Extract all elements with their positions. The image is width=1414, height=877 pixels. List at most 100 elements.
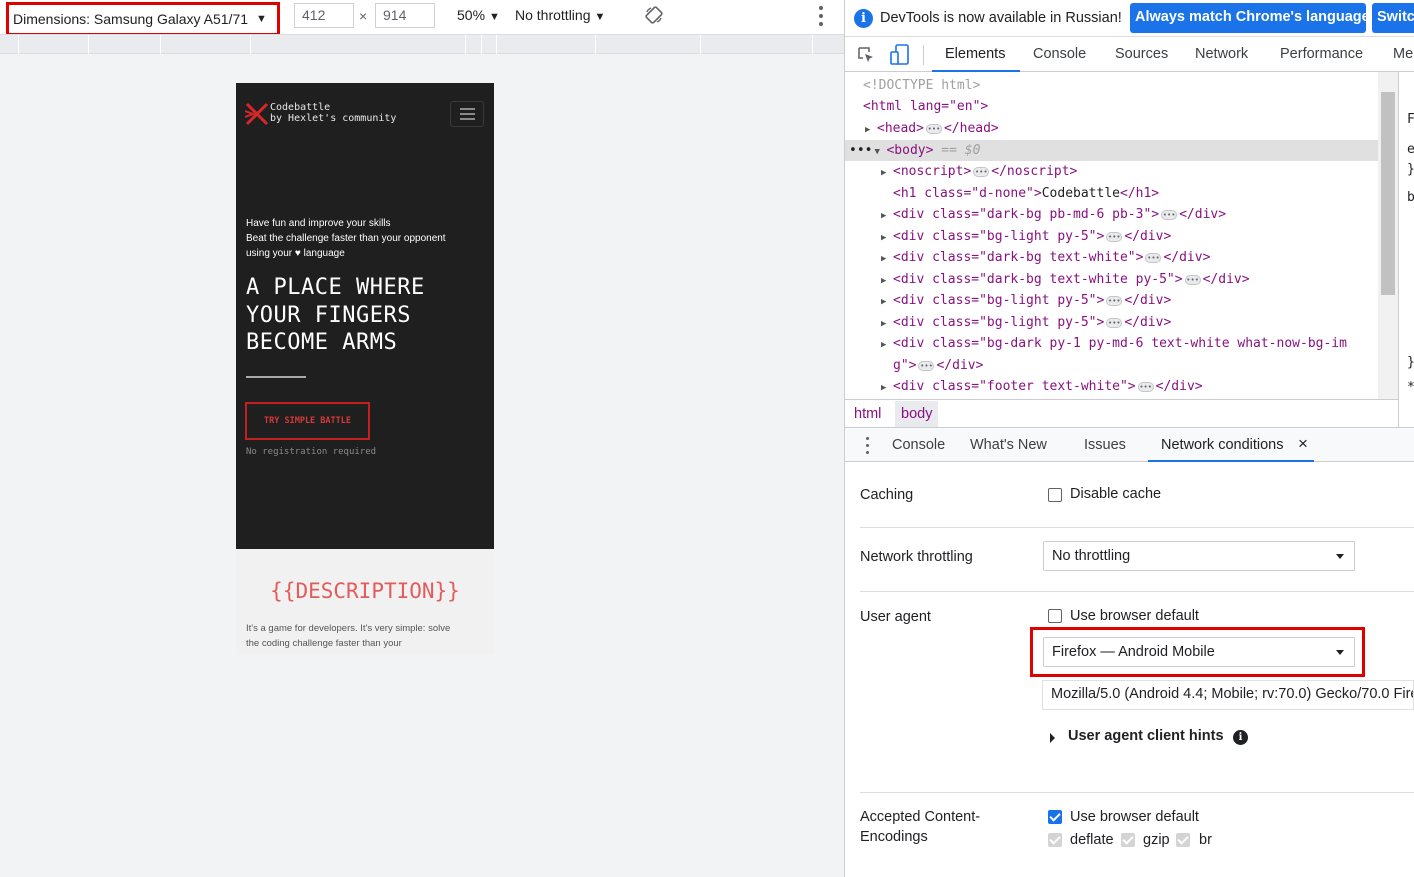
expand-arrow-icon[interactable]: ▶ (881, 314, 893, 335)
breadcrumb-html[interactable]: html (854, 406, 881, 422)
tab-more[interactable]: Me (1393, 46, 1413, 62)
styles-pane-edge: F e } b } * (1398, 72, 1414, 427)
tab-performance[interactable]: Performance (1280, 46, 1363, 62)
dom-node-div[interactable]: ▶ <div class="bg-light py-5"> ••• </div> (881, 226, 1171, 247)
dom-node-div[interactable]: ▶ <div class="bg-dark py-1 py-md-6 text-w… (881, 333, 1347, 354)
tagline-line: using your ♥ language (246, 248, 345, 259)
more-options-icon[interactable] (816, 6, 826, 26)
dom-node-body[interactable]: ••• ▼ <body> == $0 (845, 140, 1380, 161)
dom-scrollbar-thumb[interactable] (1381, 92, 1395, 295)
styles-fragment: e (1407, 142, 1414, 157)
expand-arrow-icon[interactable]: ▶ (881, 292, 893, 313)
drawer-tab-whats-new[interactable]: What's New (970, 437, 1047, 453)
switch-language-button[interactable]: Switch (1372, 3, 1414, 33)
expand-arrow-icon[interactable]: ▶ (881, 378, 893, 399)
dom-node-div[interactable]: ▶ <div class="dark-bg text-white"> ••• </di… (881, 247, 1210, 268)
ellipsis-icon[interactable]: ••• (925, 123, 942, 134)
dom-node-div[interactable]: ▶ <div class="bg-light py-5"> ••• </div> (881, 312, 1171, 333)
user-agent-select[interactable]: Firefox — Android Mobile (1043, 637, 1355, 667)
headline-line: A PLACE WHERE (246, 275, 425, 300)
div-close-tag: </div> (936, 358, 984, 373)
dom-node-div[interactable]: ▶ <div class="dark-bg text-white py-5"> ••… (881, 269, 1250, 290)
tab-elements[interactable]: Elements (945, 46, 1005, 62)
dom-node-html[interactable]: <html lang="en"> (863, 96, 988, 117)
hero-section: Codebattle by Hexlet's community Have fu… (236, 83, 494, 549)
ellipsis-icon[interactable]: ••• (918, 360, 935, 371)
dom-node-head[interactable]: ▶ <head> ••• </head> (865, 118, 999, 139)
breadcrumb-body[interactable]: body (895, 401, 939, 427)
encodings-label-line: Encodings (860, 829, 928, 845)
dom-node-div-cont[interactable]: g"> ••• </div> (893, 355, 983, 376)
user-agent-label: User agent (860, 609, 931, 625)
throttling-select[interactable]: No throttling ▼ (515, 7, 605, 23)
tab-network[interactable]: Network (1195, 46, 1248, 62)
close-icon[interactable]: × (1298, 434, 1308, 454)
div-tag: <div class="bg-light py-5"> (893, 315, 1105, 330)
notice-text: DevTools is now available in Russian! (880, 10, 1122, 26)
ellipsis-icon[interactable]: ••• (1161, 209, 1178, 220)
dom-tree: <!DOCTYPE html> <html lang="en"> ▶ <head>… (845, 72, 1380, 399)
dom-node-div[interactable]: ▶ <div class="bg-light py-5"> ••• </div> (881, 290, 1171, 311)
dom-node-doctype[interactable]: <!DOCTYPE html> (863, 75, 980, 96)
tab-console[interactable]: Console (1033, 46, 1086, 62)
ellipsis-icon[interactable]: ••• (1184, 274, 1201, 285)
ellipsis-icon[interactable]: ••• (1145, 252, 1162, 263)
ua-browser-default-label: Use browser default (1070, 608, 1199, 624)
zoom-value: 50% (457, 7, 486, 23)
tab-separator (923, 45, 924, 65)
info-icon[interactable]: i (1233, 730, 1248, 745)
tab-sources[interactable]: Sources (1115, 46, 1168, 62)
drawer-tab-network-conditions[interactable]: Network conditions (1161, 437, 1284, 453)
expand-arrow-icon[interactable] (1050, 733, 1055, 743)
dom-node-div[interactable]: ▶ <div class="dark-bg pb-md-6 pb-3"> ••• </… (881, 204, 1226, 225)
dom-node-h1[interactable]: <h1 class="d-none">Codebattle</h1> (893, 183, 1159, 204)
body-tag: <body> (886, 143, 934, 158)
codebattle-logo-icon[interactable] (245, 101, 269, 127)
user-agent-string-input[interactable]: Mozilla/5.0 (Android 4.4; Mobile; rv:70.… (1042, 680, 1414, 710)
ellipsis-icon[interactable]: ••• (1106, 295, 1123, 306)
width-input[interactable]: 412 (294, 3, 354, 28)
drawer-tabbar: Console What's New Issues Network condit… (845, 427, 1414, 462)
ellipsis-icon[interactable]: ••• (1106, 317, 1123, 328)
drawer-tab-issues[interactable]: Issues (1084, 437, 1126, 453)
dom-node-noscript[interactable]: ▶ <noscript> ••• </noscript> (881, 161, 1077, 182)
expand-arrow-icon[interactable]: ▶ (881, 335, 893, 356)
dom-node-div[interactable]: ▶ <div class="footer text-white"> ••• </div… (881, 376, 1203, 397)
expand-arrow-icon[interactable]: ▶ (865, 120, 877, 141)
div-close-tag: </div> (1202, 272, 1250, 287)
collapse-arrow-icon[interactable]: ▼ (874, 142, 886, 163)
ellipsis-icon[interactable]: ••• (1106, 231, 1123, 242)
rotate-icon[interactable] (645, 6, 663, 24)
drawer-tab-console[interactable]: Console (892, 437, 945, 453)
inspect-element-icon[interactable] (857, 46, 875, 64)
always-match-language-button[interactable]: Always match Chrome's language (1130, 3, 1366, 33)
ellipsis-icon[interactable]: ••• (1137, 381, 1154, 392)
divider (246, 376, 306, 378)
logo-subtitle: by Hexlet's community (270, 113, 397, 124)
drawer-menu-icon[interactable] (864, 437, 870, 454)
expand-arrow-icon[interactable]: ▶ (881, 206, 893, 227)
styles-fragment: } (1407, 355, 1414, 370)
device-dimensions-select[interactable]: Dimensions: Samsung Galaxy A51/71 ▼ (6, 2, 280, 36)
expand-arrow-icon[interactable]: ▶ (881, 249, 893, 270)
zoom-select[interactable]: 50% ▼ (457, 7, 500, 23)
ellipsis-icon[interactable]: ••• (973, 166, 990, 177)
noscript-tag: <noscript> (893, 164, 972, 179)
expand-arrow-icon[interactable]: ▶ (881, 228, 893, 249)
disable-cache-checkbox[interactable] (1048, 488, 1062, 502)
div-tag: <div class="dark-bg text-white"> (893, 250, 1144, 265)
expand-arrow-icon[interactable]: ▶ (881, 163, 893, 184)
tagline-line: Beat the challenge faster than your oppo… (246, 233, 446, 244)
tagline-line: Have fun and improve your skills (246, 218, 391, 229)
device-toolbar-icon[interactable] (890, 44, 910, 66)
ua-browser-default-checkbox[interactable] (1048, 609, 1062, 623)
node-actions-icon[interactable]: ••• (845, 143, 872, 158)
height-input[interactable]: 914 (375, 3, 435, 28)
try-simple-battle-button[interactable]: TRY SIMPLE BATTLE (245, 402, 370, 440)
client-hints-toggle[interactable]: User agent client hints (1068, 728, 1224, 744)
network-throttling-select[interactable]: No throttling (1043, 541, 1355, 571)
menu-icon[interactable] (450, 101, 484, 127)
encodings-browser-default-checkbox[interactable] (1048, 810, 1062, 824)
expand-arrow-icon[interactable]: ▶ (881, 271, 893, 292)
encodings-label-line: Accepted Content- (860, 809, 981, 825)
